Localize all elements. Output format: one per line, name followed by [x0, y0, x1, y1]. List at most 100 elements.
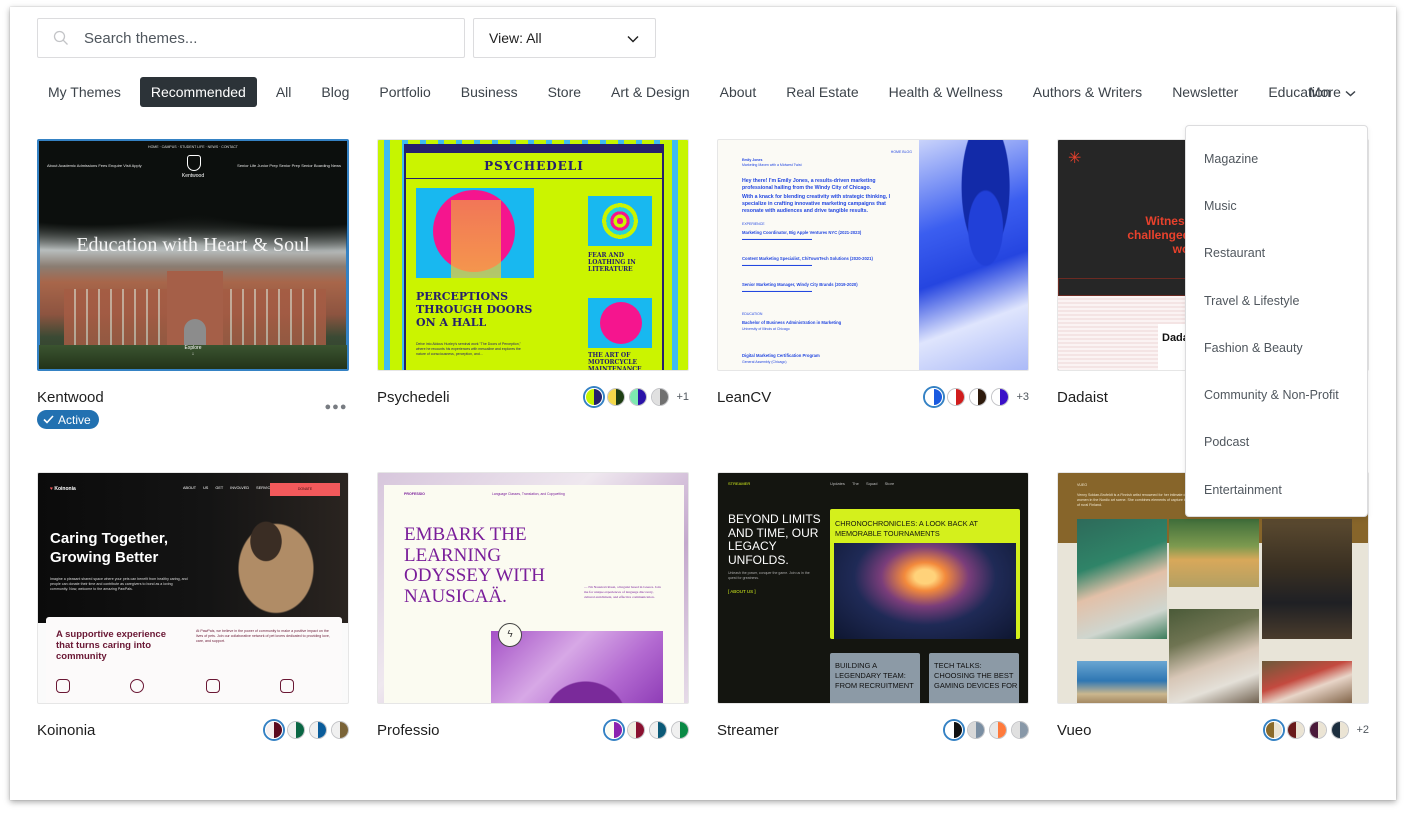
tab-all[interactable]: All: [265, 77, 303, 107]
tab-blog[interactable]: Blog: [310, 77, 360, 107]
tab-business[interactable]: Business: [450, 77, 529, 107]
preview-nav-left: About Academic Admissions Fees Enquire V…: [47, 163, 142, 168]
swatch-right: [340, 722, 348, 738]
menu-item-community-non-profit[interactable]: Community & Non-Profit: [1186, 376, 1367, 423]
theme-preview[interactable]: HOME · CAMPUS · STUDENT LIFE · NEWS · CO…: [37, 139, 349, 371]
search-box[interactable]: [37, 18, 465, 58]
theme-card-koinonia: ♥ Koinonia ABOUT US GET INVOLVED SERVICE…: [37, 472, 349, 740]
preview-donate: DONATE: [270, 483, 340, 496]
swatch-left: [630, 389, 639, 405]
style-variation-swatch[interactable]: [969, 388, 988, 406]
swatch-left: [1332, 722, 1341, 738]
swatch-right: [976, 722, 984, 738]
style-variation-swatch[interactable]: [607, 388, 626, 406]
tab-portfolio[interactable]: Portfolio: [368, 77, 441, 107]
search-icon: [38, 30, 84, 46]
more-categories-button[interactable]: More: [1309, 77, 1356, 107]
swatch-right: [660, 389, 669, 405]
tab-authors-writers[interactable]: Authors & Writers: [1022, 77, 1153, 107]
preview-job: Marketing Coordinator, Big Apple Venture…: [742, 230, 862, 235]
preview-panel: A supportive experience that turns carin…: [46, 617, 342, 703]
theme-preview[interactable]: PSYCHEDELI PERCEPTIONS THROUGH DOORS ON …: [377, 139, 689, 371]
style-variation-swatch[interactable]: [331, 721, 349, 739]
theme-options-button[interactable]: ●●●: [323, 401, 349, 417]
active-label: Active: [58, 412, 91, 427]
swatch-left: [288, 722, 296, 738]
menu-item-travel-lifestyle[interactable]: Travel & Lifestyle: [1186, 282, 1367, 329]
theme-card-psychedeli: PSYCHEDELI PERCEPTIONS THROUGH DOORS ON …: [377, 139, 689, 407]
style-variation-swatch[interactable]: [651, 388, 670, 406]
style-variation-swatch[interactable]: [1309, 721, 1328, 739]
style-variation-swatch[interactable]: [309, 721, 327, 739]
view-select[interactable]: View: All: [473, 18, 656, 58]
style-variation-swatch[interactable]: [1331, 721, 1350, 739]
style-variation-swatch[interactable]: [925, 388, 944, 406]
preview-blurb: — I'm Nausicaä Rossi, a linguist based i…: [584, 585, 661, 599]
menu-item-fashion-beauty[interactable]: Fashion & Beauty: [1186, 329, 1367, 376]
style-variations: +3: [925, 388, 1029, 406]
theme-preview[interactable]: ♥ Koinonia ABOUT US GET INVOLVED SERVICE…: [37, 472, 349, 704]
style-variation-swatch[interactable]: [947, 388, 966, 406]
preview-painting: [1169, 519, 1259, 587]
active-badge: Active: [37, 410, 99, 429]
preview-brand: STREAMER: [728, 481, 751, 486]
style-variation-swatch[interactable]: [671, 721, 689, 739]
style-variation-swatch[interactable]: [1265, 721, 1284, 739]
style-variation-swatch[interactable]: [1287, 721, 1306, 739]
menu-item-music[interactable]: Music: [1186, 187, 1367, 234]
theme-preview[interactable]: PROFESSIO Language Classes, Translation,…: [377, 472, 689, 704]
swatch-right: [680, 722, 688, 738]
preview-hero: Education with Heart & Soul: [76, 234, 310, 256]
style-variation-swatch[interactable]: [265, 721, 283, 739]
menu-item-entertainment[interactable]: Entertainment: [1186, 471, 1367, 518]
style-variation-swatch[interactable]: [627, 721, 645, 739]
menu-item-magazine[interactable]: Magazine: [1186, 140, 1367, 187]
swatch-left: [650, 722, 658, 738]
more-variations-count[interactable]: +3: [1016, 391, 1029, 403]
more-label: More: [1309, 84, 1341, 100]
preview-side-title: THE ART OF MOTORCYCLE MAINTENANCE: [588, 352, 642, 371]
tab-health-wellness[interactable]: Health & Wellness: [878, 77, 1014, 107]
style-variation-swatch[interactable]: [629, 388, 648, 406]
theme-name: Psychedeli: [377, 388, 450, 406]
swatch-right: [1274, 722, 1283, 738]
theme-preview[interactable]: STREAMER Updates The Squad Store BEYOND …: [717, 472, 1029, 704]
tab-recommended[interactable]: Recommended: [139, 77, 257, 107]
style-variations: [605, 721, 689, 739]
style-variation-swatch[interactable]: [989, 721, 1007, 739]
style-variation-swatch[interactable]: [287, 721, 305, 739]
style-variation-swatch[interactable]: [585, 388, 604, 406]
theme-preview[interactable]: HOME BLOG Emily Jones Marketing Maven wi…: [717, 139, 1029, 371]
style-variation-swatch[interactable]: [605, 721, 623, 739]
tab-newsletter[interactable]: Newsletter: [1161, 77, 1249, 107]
theme-name: LeanCV: [717, 388, 772, 406]
checkmark-icon: [43, 413, 54, 427]
preview-intro2: With a knack for blending creativity wit…: [742, 194, 891, 214]
swatch-left: [266, 722, 274, 738]
preview-brand: PROFESSIO: [404, 492, 425, 496]
search-input[interactable]: [84, 29, 444, 47]
more-variations-count[interactable]: +2: [1356, 724, 1369, 736]
tab-about[interactable]: About: [709, 77, 768, 107]
style-variation-swatch[interactable]: [967, 721, 985, 739]
style-variation-swatch[interactable]: [991, 388, 1010, 406]
preview-side-title: FEAR AND LOATHING IN LITERATURE: [588, 252, 636, 273]
swatch-right: [934, 389, 943, 405]
tab-my-themes[interactable]: My Themes: [37, 77, 132, 107]
style-variations: +2: [1265, 721, 1369, 739]
swatch-right: [274, 722, 282, 738]
tab-store[interactable]: Store: [537, 77, 592, 107]
swatch-left: [990, 722, 998, 738]
tab-real-estate[interactable]: Real Estate: [775, 77, 869, 107]
lightning-stamp-icon: ϟ: [498, 623, 522, 647]
more-variations-count[interactable]: +1: [676, 391, 689, 403]
swatch-left: [968, 722, 976, 738]
preview-feature-image: [416, 188, 534, 278]
tab-art-design[interactable]: Art & Design: [600, 77, 701, 107]
style-variation-swatch[interactable]: [649, 721, 667, 739]
menu-item-restaurant[interactable]: Restaurant: [1186, 235, 1367, 282]
style-variation-swatch[interactable]: [1011, 721, 1029, 739]
menu-item-podcast[interactable]: Podcast: [1186, 424, 1367, 471]
theme-name: Koinonia: [37, 721, 96, 739]
style-variation-swatch[interactable]: [945, 721, 963, 739]
